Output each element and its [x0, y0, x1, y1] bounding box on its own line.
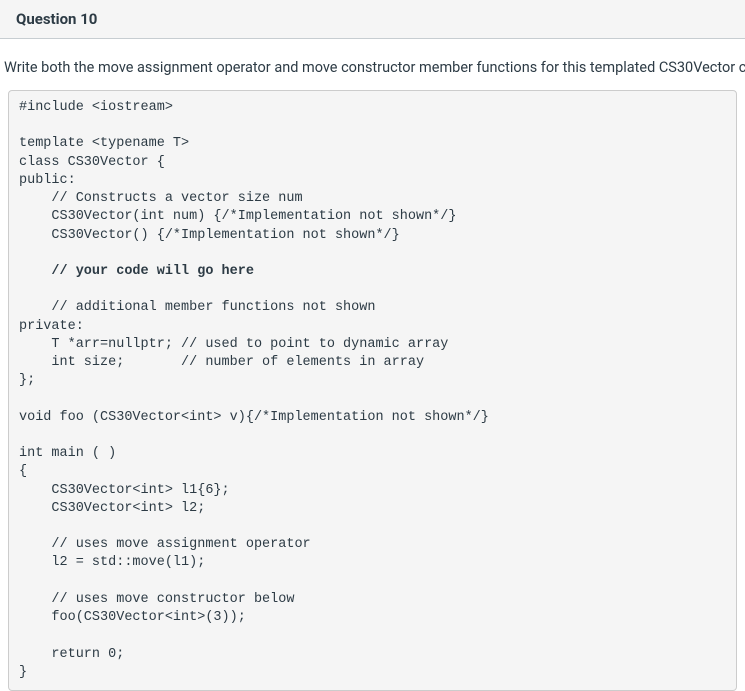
code-line-emphasis: // your code will go here	[19, 264, 254, 279]
code-line: {	[19, 464, 27, 479]
code-line: #include <iostream>	[19, 100, 173, 115]
code-line: CS30Vector() {/*Implementation not shown…	[19, 228, 400, 243]
code-line: void foo (CS30Vector<int> v){/*Implement…	[19, 410, 489, 425]
code-block: #include <iostream> template <typename T…	[8, 90, 737, 691]
question-prompt: Write both the move assignment operator …	[0, 59, 745, 76]
code-line: public:	[19, 173, 76, 188]
code-line: int size; // number of elements in array	[19, 355, 424, 370]
code-line: CS30Vector<int> l2;	[19, 501, 205, 516]
code-line: T *arr=nullptr; // used to point to dyna…	[19, 337, 448, 352]
question-body: Write both the move assignment operator …	[0, 39, 745, 691]
question-header: Question 10	[0, 0, 745, 39]
code-line: // Constructs a vector size num	[19, 191, 303, 206]
code-line: int main ( )	[19, 446, 116, 461]
code-line: };	[19, 373, 35, 388]
code-line: CS30Vector<int> l1{6};	[19, 483, 230, 498]
question-title: Question 10	[16, 10, 729, 28]
code-line: foo(CS30Vector<int>(3));	[19, 610, 246, 625]
code-line: CS30Vector(int num) {/*Implementation no…	[19, 209, 456, 224]
code-line: // uses move constructor below	[19, 592, 294, 607]
code-line: template <typename T>	[19, 136, 189, 151]
code-line: // additional member functions not shown	[19, 300, 375, 315]
code-line: l2 = std::move(l1);	[19, 555, 205, 570]
code-line: private:	[19, 319, 84, 334]
code-line: }	[19, 665, 27, 680]
code-line: // uses move assignment operator	[19, 537, 311, 552]
code-line: return 0;	[19, 647, 124, 662]
code-line: class CS30Vector {	[19, 155, 165, 170]
